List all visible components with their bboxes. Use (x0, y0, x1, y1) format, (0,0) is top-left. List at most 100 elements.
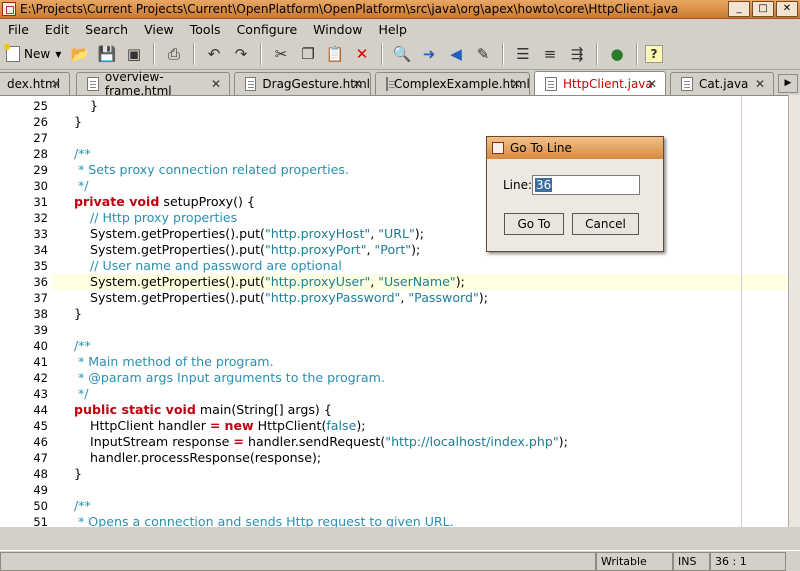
menu-configure[interactable]: Configure (229, 22, 306, 37)
vertical-scrollbar[interactable] (788, 95, 800, 527)
code-line[interactable]: * Opens a connection and sends Http requ… (74, 514, 454, 527)
code-token: /** (74, 338, 91, 353)
code-token: ); (455, 274, 465, 289)
go-to-button[interactable]: Go To (504, 213, 564, 235)
new-button[interactable]: New ▼ (4, 42, 62, 66)
resize-grip[interactable] (786, 552, 800, 571)
cancel-button[interactable]: Cancel (572, 213, 639, 235)
line-number: 38 (33, 307, 48, 321)
menu-edit[interactable]: Edit (37, 22, 77, 37)
file-icon (386, 77, 395, 91)
code-line[interactable]: } (74, 114, 82, 130)
file-icon (545, 76, 557, 91)
tab-cat-java[interactable]: Cat.java ✕ (670, 72, 774, 95)
file-icon (681, 77, 693, 91)
toolbar-separator (193, 43, 195, 65)
cut-icon[interactable]: ✂ (269, 42, 293, 66)
find-icon[interactable]: 🔍 (390, 42, 414, 66)
code-line[interactable]: System.getProperties().put("http.proxyPa… (74, 290, 488, 306)
code-token: HttpClient handler (74, 418, 210, 433)
line-number: 42 (33, 371, 48, 385)
code-token: * Opens a connection and sends Http requ… (74, 514, 454, 527)
save-icon[interactable]: 💾 (95, 42, 119, 66)
menu-tools[interactable]: Tools (182, 22, 229, 37)
indent-icon[interactable]: ☰ (511, 42, 535, 66)
code-line[interactable]: InputStream response = handler.sendReque… (74, 434, 568, 450)
close-icon[interactable]: ✕ (647, 77, 657, 91)
close-icon[interactable]: ✕ (511, 77, 521, 91)
tab-index-html[interactable]: dex.html ✕ (0, 72, 70, 95)
tab-httpclient[interactable]: HttpClient.java ✕ (534, 71, 666, 95)
format-icon[interactable]: ⇶ (565, 42, 589, 66)
print-icon[interactable]: ⎙ (162, 42, 186, 66)
code-line[interactable]: System.getProperties().put("http.proxyPo… (74, 242, 420, 258)
chevron-down-icon[interactable]: ▼ (55, 50, 61, 59)
code-token: */ (74, 386, 89, 401)
copy-icon[interactable]: ❐ (296, 42, 320, 66)
delete-icon[interactable]: ✕ (350, 42, 374, 66)
menu-search[interactable]: Search (77, 22, 136, 37)
tab-scroll-right-button[interactable]: ▶ (778, 74, 798, 93)
close-icon[interactable]: ✕ (755, 77, 765, 91)
replace-icon[interactable]: ✎ (471, 42, 495, 66)
code-line[interactable]: // User name and password are optional (74, 258, 342, 274)
menu-file[interactable]: File (0, 22, 37, 37)
code-editor[interactable]: 25 26 27 28 29 30 31 32 33 34 35 36 37 38 39 40 41 42 43 44… (0, 95, 788, 527)
code-area[interactable]: }} /** * Sets proxy connection related pr… (52, 96, 788, 527)
code-line[interactable]: /** (74, 498, 91, 514)
find-next-icon[interactable]: ➜ (417, 42, 441, 66)
code-line[interactable]: /** (74, 146, 91, 162)
tab-label: HttpClient.java (563, 76, 653, 91)
code-token: handler.sendRequest( (243, 434, 386, 449)
line-number: 51 (33, 515, 48, 527)
maximize-button[interactable]: □ (752, 1, 774, 17)
code-line[interactable]: } (74, 98, 98, 114)
code-line[interactable]: public static void main(String[] args) { (74, 402, 332, 418)
tab-draggesture[interactable]: DragGesture.html ✕ (234, 72, 371, 95)
close-icon[interactable]: ✕ (51, 77, 61, 91)
code-line[interactable]: } (74, 466, 82, 482)
status-message (0, 552, 596, 571)
toolbar-separator (260, 43, 262, 65)
code-line[interactable]: HttpClient handler = new HttpClient(fals… (74, 418, 366, 434)
tab-complexexample[interactable]: ComplexExample.html ✕ (375, 72, 530, 95)
browser-icon[interactable]: ● (605, 42, 629, 66)
open-icon[interactable]: 📂 (68, 42, 92, 66)
code-line[interactable]: System.getProperties().put("http.proxyHo… (74, 226, 424, 242)
close-icon[interactable]: ✕ (352, 77, 362, 91)
code-line[interactable]: * Main method of the program. (74, 354, 274, 370)
code-line[interactable]: */ (74, 386, 89, 402)
save-all-icon[interactable]: ▣ (122, 42, 146, 66)
code-line[interactable]: /** (74, 338, 91, 354)
minimize-button[interactable]: _ (728, 1, 750, 17)
line-number: 32 (33, 211, 48, 225)
line-number: 35 (33, 259, 48, 273)
code-line[interactable]: // Http proxy properties (74, 210, 237, 226)
code-line[interactable]: * Sets proxy connection related properti… (74, 162, 349, 178)
redo-icon[interactable]: ↷ (229, 42, 253, 66)
line-number: 48 (33, 467, 48, 481)
menu-view[interactable]: View (136, 22, 182, 37)
undo-icon[interactable]: ↶ (202, 42, 226, 66)
line-number-input[interactable]: 36 (532, 175, 640, 195)
unindent-icon[interactable]: ≡ (538, 42, 562, 66)
code-line[interactable]: System.getProperties().put("http.proxyUs… (74, 274, 465, 290)
close-icon[interactable]: ✕ (211, 77, 221, 91)
menu-help[interactable]: Help (370, 22, 415, 37)
code-line[interactable]: handler.processResponse(response); (74, 450, 321, 466)
code-line[interactable]: * @param args Input arguments to the pro… (74, 370, 385, 386)
line-number: 29 (33, 163, 48, 177)
menu-window[interactable]: Window (305, 22, 370, 37)
status-mode: Writable (596, 552, 673, 571)
code-token: /** (74, 498, 91, 513)
code-line[interactable]: } (74, 306, 82, 322)
tab-overview-frame[interactable]: overview-frame.html ✕ (76, 70, 230, 95)
help-icon[interactable]: ? (645, 45, 663, 63)
close-button[interactable]: ✕ (776, 1, 798, 17)
line-number: 40 (33, 339, 48, 353)
paste-icon[interactable]: 📋 (323, 42, 347, 66)
code-line[interactable]: private void setupProxy() { (74, 194, 255, 210)
code-line[interactable]: */ (74, 178, 89, 194)
line-number: 49 (33, 483, 48, 497)
find-previous-icon[interactable]: ◀ (444, 42, 468, 66)
